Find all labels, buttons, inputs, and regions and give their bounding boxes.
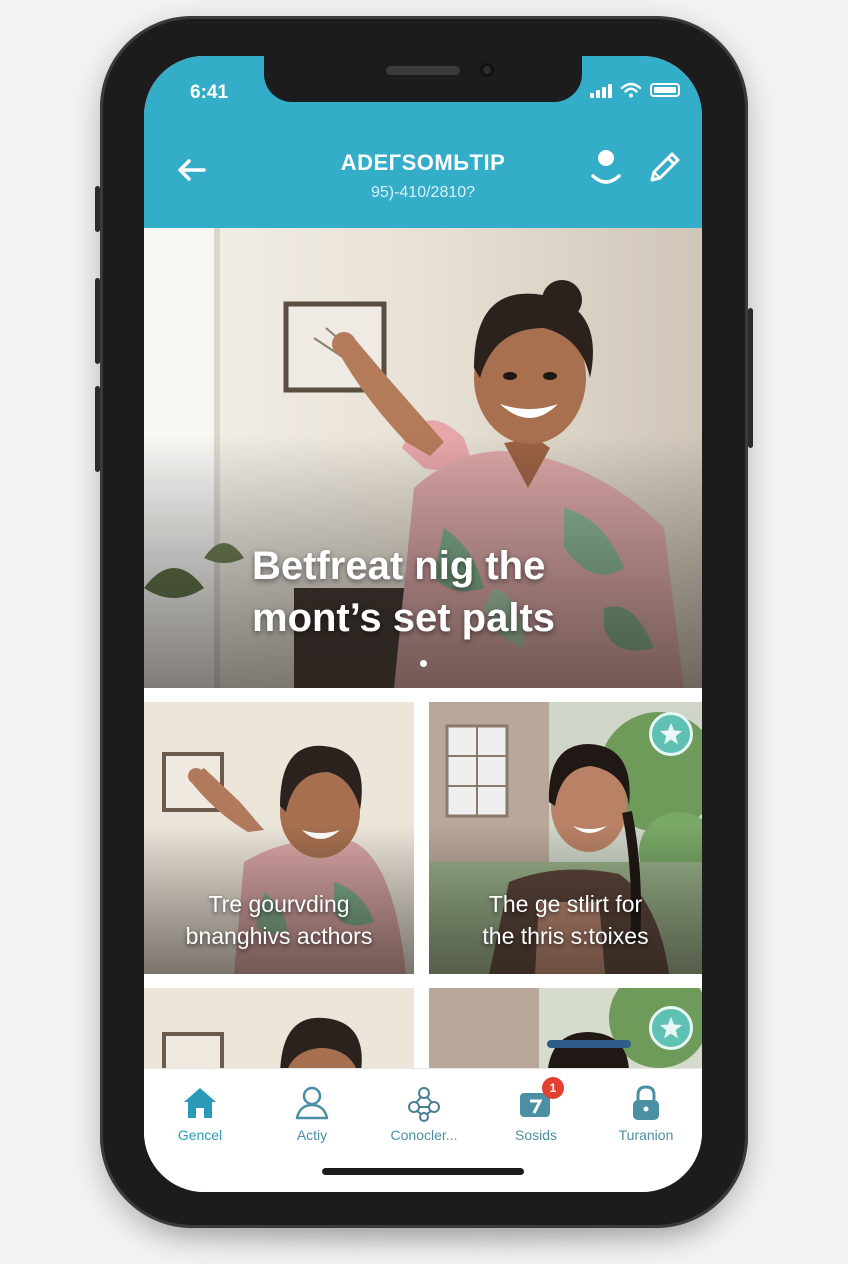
- feed-card-caption-line-2: the thris s:toixes: [482, 923, 649, 949]
- front-camera: [480, 63, 494, 77]
- tab-sosids[interactable]: 1 Sosids: [480, 1069, 592, 1159]
- volume-up-button: [95, 278, 100, 364]
- silent-switch: [95, 186, 100, 232]
- speaker: [386, 66, 460, 75]
- battery-icon: [650, 83, 680, 97]
- notch: [264, 56, 582, 102]
- tab-label: Actiy: [296, 1127, 328, 1143]
- star-badge-icon: [649, 712, 693, 756]
- person-icon: [295, 1086, 329, 1120]
- profile-button[interactable]: [586, 146, 626, 190]
- feed-card-caption-line-1: Tre gourvding: [208, 891, 350, 917]
- tab-actiy[interactable]: Actiy: [256, 1069, 368, 1159]
- notification-badge: 1: [542, 1077, 564, 1099]
- hero-caption-line-2: mont’s set palts: [252, 596, 556, 640]
- power-button: [748, 308, 753, 448]
- feed-card[interactable]: [144, 988, 414, 1068]
- hero-caption-line-1: Betfreat nig the: [252, 544, 546, 588]
- wifi-icon: [620, 82, 642, 98]
- tab-label: Sosids: [514, 1127, 558, 1143]
- feed-card[interactable]: The ge stlirt for the thris s:toixes: [429, 702, 702, 974]
- feed-card-caption: Tre gourvding bnanghivs acthors: [144, 888, 414, 952]
- status-icons: [590, 82, 680, 98]
- feed-card[interactable]: Tre gourvding bnanghivs acthors: [144, 702, 414, 974]
- feed-card-image: [144, 988, 414, 1068]
- carousel-page-indicator[interactable]: [420, 660, 427, 667]
- feed-card[interactable]: [429, 988, 702, 1068]
- phone-screen: 6:41 ADEГSOMЬTIP 95)-410/2810? Betfreat …: [144, 56, 702, 1192]
- home-indicator[interactable]: [322, 1168, 524, 1175]
- network-icon: [408, 1087, 440, 1122]
- volume-down-button: [95, 386, 100, 472]
- hero-caption: Betfreat nig the mont’s set palts: [252, 540, 555, 644]
- edit-button[interactable]: [644, 146, 686, 188]
- tab-gencel[interactable]: Gencel: [144, 1069, 256, 1159]
- feed-card-caption-line-2: bnanghivs acthors: [185, 923, 373, 949]
- home-icon: [184, 1088, 216, 1118]
- hero-banner[interactable]: Betfreat nig the mont’s set palts: [144, 228, 702, 688]
- star-badge-icon: [649, 1006, 693, 1050]
- tab-label: Gencel: [177, 1127, 223, 1143]
- tab-conocler[interactable]: Conocler...: [368, 1069, 480, 1159]
- feed-card-caption-line-1: The ge stlirt for: [488, 891, 643, 917]
- tab-turanion[interactable]: Turanion: [590, 1069, 702, 1159]
- status-time: 6:41: [190, 82, 229, 103]
- tab-label: Turanion: [618, 1127, 674, 1143]
- tab-label: Conocler...: [390, 1127, 458, 1143]
- feed-card-caption: The ge stlirt for the thris s:toixes: [429, 888, 702, 952]
- lock-icon: [633, 1085, 659, 1120]
- signal-icon: [590, 82, 612, 98]
